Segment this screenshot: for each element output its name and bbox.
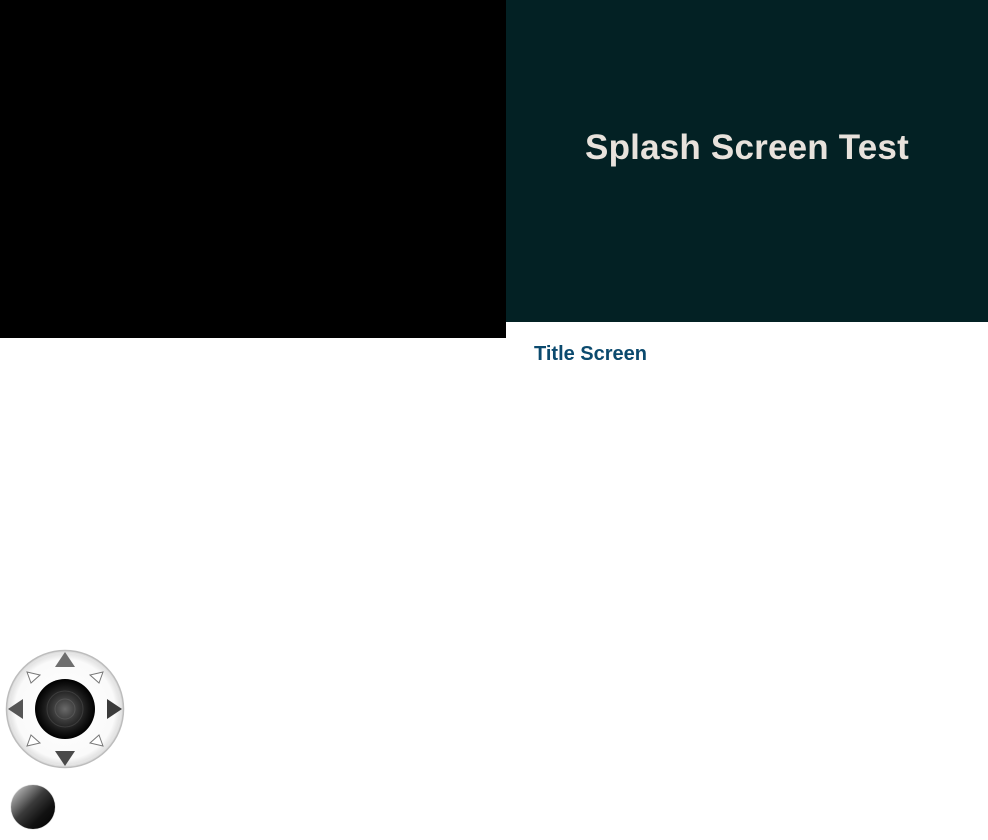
action-button-icon[interactable] bbox=[11, 785, 55, 829]
splash-panel: Splash Screen Test bbox=[506, 0, 988, 322]
splash-title: Splash Screen Test bbox=[585, 128, 909, 167]
title-screen-link[interactable]: Title Screen bbox=[534, 343, 647, 366]
joystick-knob[interactable] bbox=[35, 679, 95, 739]
game-canvas[interactable] bbox=[0, 0, 506, 338]
app-stage: Splash Screen Test Title Screen bbox=[0, 0, 988, 840]
directional-pad-icon[interactable] bbox=[5, 649, 125, 769]
